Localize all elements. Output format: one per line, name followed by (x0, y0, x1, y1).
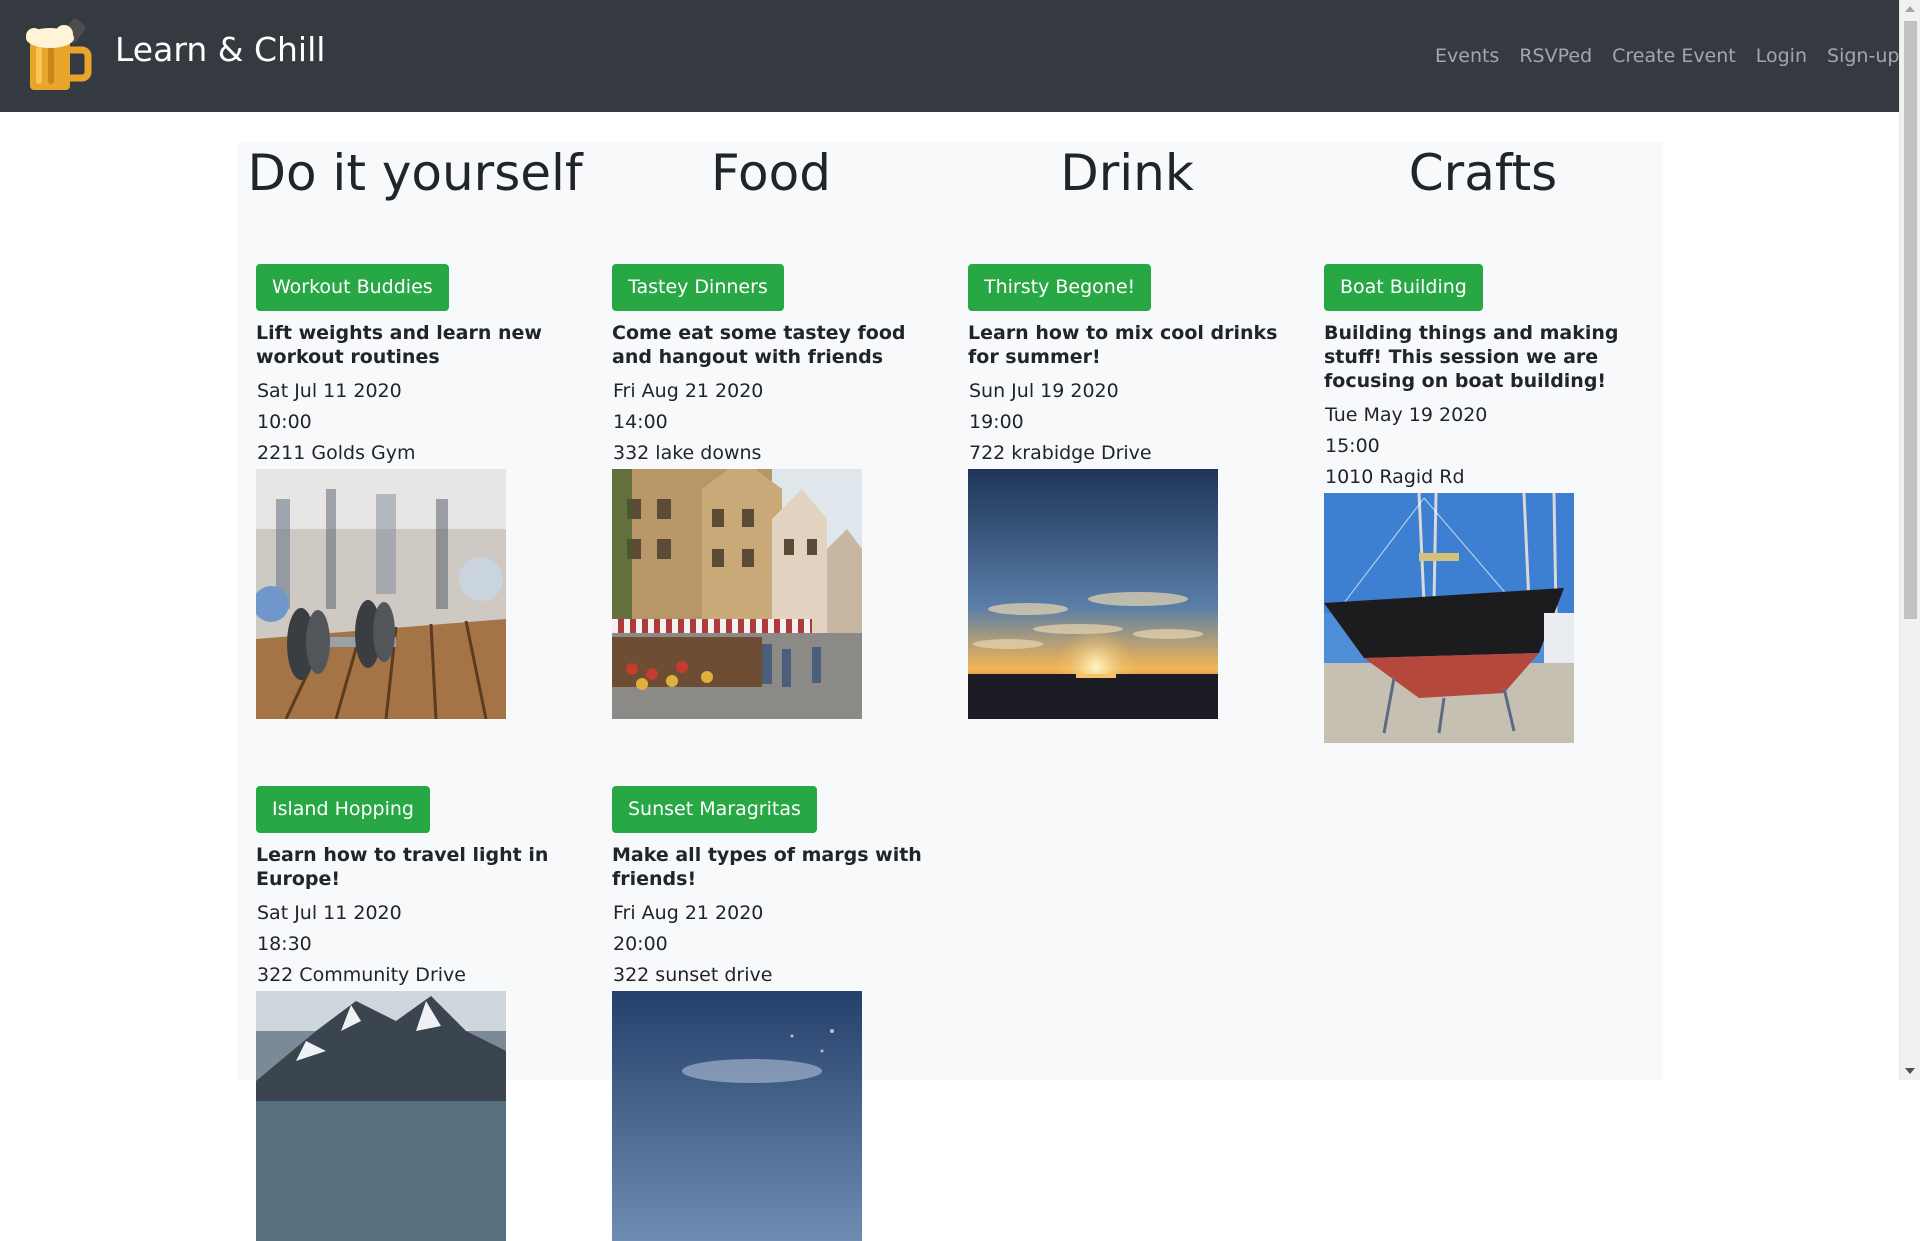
sailboat-dry-dock-image (1324, 493, 1574, 743)
nav-create-event-link[interactable]: Create Event (1612, 45, 1736, 67)
event-location: 722 krabidge Drive (969, 442, 1152, 464)
event-button-thirsty-begone[interactable]: Thirsty Begone! (968, 264, 1152, 311)
event-button-island-hopping[interactable]: Island Hopping (256, 786, 430, 833)
event-button-workout-buddies[interactable]: Workout Buddies (256, 264, 449, 311)
category-headings: Do it yourself Food Drink Crafts (237, 142, 1663, 232)
top-navbar: Learn & Chill Events RSVPed Create Event… (0, 0, 1899, 112)
nav-signup-link[interactable]: Sign-up (1827, 45, 1899, 67)
nav-rsvped-link[interactable]: RSVPed (1519, 45, 1592, 67)
event-card-workout-buddies: Workout Buddies Lift weights and learn n… (256, 264, 586, 719)
event-description: Come eat some tastey food and hangout wi… (612, 322, 906, 368)
vertical-scrollbar[interactable] (1899, 0, 1920, 1080)
brand-link[interactable]: Learn & Chill (115, 30, 325, 69)
event-time: 10:00 (257, 411, 312, 433)
nav-login-link[interactable]: Login (1756, 45, 1807, 67)
beer-mug-logo-icon[interactable] (18, 16, 96, 96)
category-heading-diy: Do it yourself (247, 144, 583, 202)
scroll-down-arrow-icon[interactable] (1905, 1068, 1915, 1074)
nav-events-link[interactable]: Events (1435, 45, 1499, 67)
event-time: 20:00 (613, 933, 668, 955)
event-date: Tue May 19 2020 (1325, 404, 1488, 426)
event-button-boat-building[interactable]: Boat Building (1324, 264, 1483, 311)
event-card-boat-building: Boat Building Building things and making… (1324, 264, 1654, 743)
event-date: Fri Aug 21 2020 (613, 380, 764, 402)
event-time: 14:00 (613, 411, 668, 433)
event-description: Make all types of margs with friends! (612, 844, 922, 890)
event-card-island-hopping: Island Hopping Learn how to travel light… (256, 786, 586, 1241)
sunset-sea-image (968, 469, 1218, 719)
event-description: Lift weights and learn new workout routi… (256, 322, 542, 368)
category-heading-food: Food (711, 144, 831, 202)
category-heading-crafts: Crafts (1408, 144, 1558, 202)
event-location: 322 Community Drive (257, 964, 466, 986)
event-description: Learn how to mix cool drinks for summer! (968, 322, 1278, 368)
event-date: Sat Jul 11 2020 (257, 380, 402, 402)
event-date: Fri Aug 21 2020 (613, 902, 764, 924)
events-container: Do it yourself Food Drink Crafts Workout… (237, 142, 1663, 1241)
event-date: Sun Jul 19 2020 (969, 380, 1119, 402)
event-time: 18:30 (257, 933, 312, 955)
event-date: Sat Jul 11 2020 (257, 902, 402, 924)
snowy-mountain-image (256, 991, 506, 1241)
event-button-sunset-maragritas[interactable]: Sunset Maragritas (612, 786, 817, 833)
event-description: Building things and making stuff! This s… (1324, 322, 1619, 392)
event-location: 2211 Golds Gym (257, 442, 416, 464)
nav-links: Events RSVPed Create Event Login Sign-up (1435, 45, 1899, 67)
scrollbar-thumb[interactable] (1904, 21, 1917, 619)
category-heading-drink: Drink (1060, 144, 1194, 202)
event-time: 19:00 (969, 411, 1024, 433)
scroll-up-arrow-icon[interactable] (1905, 6, 1915, 12)
event-location: 322 sunset drive (613, 964, 773, 986)
event-description: Learn how to travel light in Europe! (256, 844, 549, 890)
evening-sky-image (612, 991, 862, 1241)
street-market-image (612, 469, 862, 719)
event-location: 332 lake downs (613, 442, 762, 464)
event-button-tastey-dinners[interactable]: Tastey Dinners (612, 264, 784, 311)
event-time: 15:00 (1325, 435, 1380, 457)
event-location: 1010 Ragid Rd (1325, 466, 1465, 488)
event-card-sunset-maragritas: Sunset Maragritas Make all types of marg… (612, 786, 942, 1241)
gym-dumbbell-image (256, 469, 506, 719)
event-card-tastey-dinners: Tastey Dinners Come eat some tastey food… (612, 264, 942, 719)
event-card-thirsty-begone: Thirsty Begone! Learn how to mix cool dr… (968, 264, 1298, 719)
